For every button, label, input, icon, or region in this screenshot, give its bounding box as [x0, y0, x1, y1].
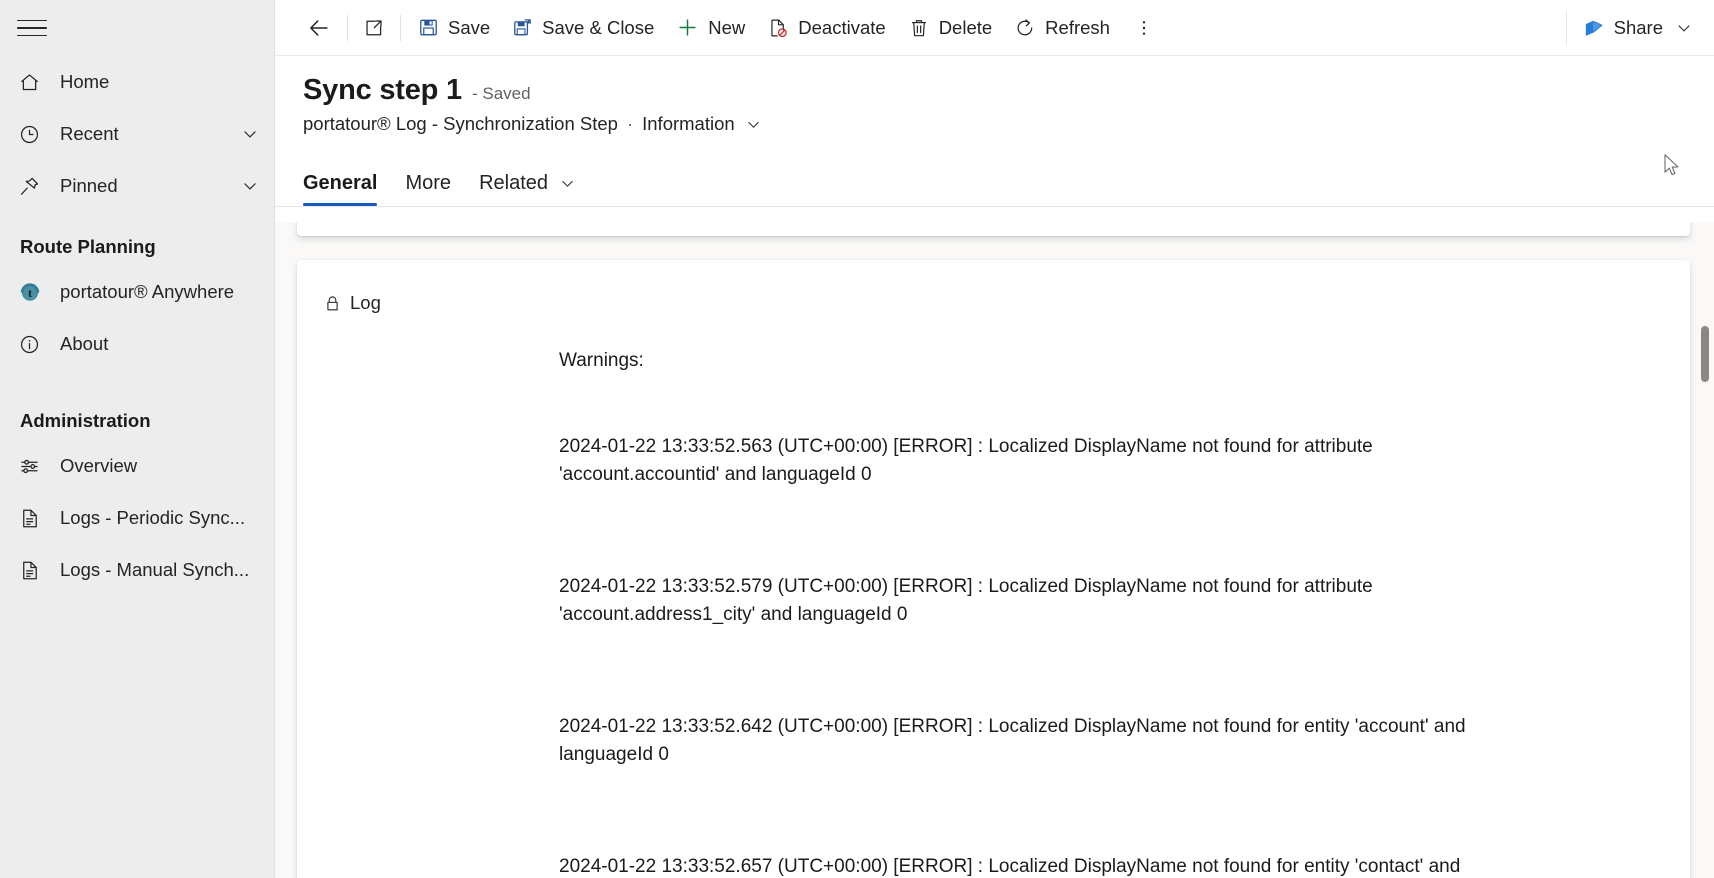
refresh-button-label: Refresh	[1045, 16, 1110, 38]
sidebar-group-title-route-planning: Route Planning	[20, 236, 156, 257]
share-button-label: Share	[1613, 17, 1663, 38]
sidebar-item-label: Recent	[60, 123, 119, 144]
hamburger-menu-icon[interactable]	[8, 0, 56, 56]
form-canvas: Log Warnings: 2024-01-22 13:33:52.563 (U…	[275, 222, 1714, 878]
entity-name-label: portatour® Log - Synchronization Step	[303, 113, 618, 134]
command-bar: Save Save & Close New Deactivate Delete …	[275, 0, 1714, 56]
divider	[347, 14, 348, 41]
sidebar-item-portatour-anywhere[interactable]: t portatour® Anywhere	[0, 266, 274, 318]
refresh-button[interactable]: Refresh	[1003, 8, 1121, 48]
sidebar-item-logs-periodic-sync[interactable]: Logs - Periodic Sync...	[0, 492, 274, 544]
divider	[400, 14, 401, 41]
tab-label: General	[303, 172, 378, 194]
save-button-label: Save	[448, 16, 491, 38]
log-entry: 2024-01-22 13:33:52.563 (UTC+00:00) [ERR…	[559, 435, 1379, 486]
sidebar-item-home[interactable]: Home	[0, 56, 274, 108]
chevron-down-icon[interactable]	[240, 124, 260, 144]
share-button[interactable]: Share	[1573, 8, 1704, 48]
log-entry: 2024-01-22 13:33:52.579 (UTC+00:00) [ERR…	[559, 575, 1379, 626]
sidebar-item-pinned[interactable]: Pinned	[0, 160, 274, 212]
sliders-icon	[18, 455, 48, 478]
tab-related[interactable]: Related	[479, 172, 577, 206]
tab-general[interactable]: General	[303, 172, 378, 206]
plus-icon	[676, 16, 699, 39]
form-selector[interactable]: Information	[642, 113, 763, 135]
log-field-value-column[interactable]: Warnings: 2024-01-22 13:33:52.563 (UTC+0…	[559, 286, 1690, 878]
command-bar-right: Share	[1565, 0, 1714, 56]
log-entry: 2024-01-22 13:33:52.657 (UTC+00:00) [ERR…	[559, 855, 1461, 877]
field-label-column: Log	[297, 286, 559, 878]
deactivate-icon	[767, 17, 789, 39]
hamburger-bars	[17, 14, 47, 43]
chevron-down-icon[interactable]	[240, 176, 260, 196]
sidebar-item-about[interactable]: About	[0, 318, 274, 370]
log-warnings-heading: Warnings:	[559, 350, 644, 371]
sidebar-item-recent[interactable]: Recent	[0, 108, 274, 160]
deactivate-button[interactable]: Deactivate	[756, 8, 896, 48]
form-selector-label: Information	[642, 113, 735, 134]
tab-more[interactable]: More	[405, 172, 451, 206]
vertical-scrollbar[interactable]	[1699, 222, 1711, 878]
portatour-logo-icon: t	[18, 280, 48, 304]
pin-icon	[18, 175, 48, 198]
save-button[interactable]: Save	[407, 8, 501, 48]
subtitle-separator: ·	[626, 113, 634, 134]
info-circle-icon	[18, 333, 48, 356]
save-status-text: - Saved	[472, 84, 531, 103]
record-subtitle: portatour® Log - Synchronization Step · …	[303, 113, 1714, 135]
main-content: Save Save & Close New Deactivate Delete …	[275, 0, 1714, 878]
trash-icon	[908, 17, 930, 39]
more-commands-button[interactable]	[1127, 8, 1161, 48]
new-button[interactable]: New	[665, 8, 756, 48]
popout-button[interactable]	[354, 8, 394, 48]
tab-label: Related	[479, 172, 548, 194]
refresh-icon	[1014, 17, 1036, 39]
open-in-new-window-icon	[363, 17, 385, 39]
home-icon	[18, 71, 48, 94]
sidebar-item-label: Home	[60, 71, 110, 92]
sidebar-item-label: Pinned	[60, 175, 118, 196]
log-entry: 2024-01-22 13:33:52.642 (UTC+00:00) [ERR…	[559, 715, 1471, 766]
svg-text:t: t	[28, 286, 32, 300]
sidebar-item-label: portatour® Anywhere	[60, 281, 235, 302]
form-section-card-partial	[297, 222, 1690, 236]
sidebar-item-overview[interactable]: Overview	[0, 440, 274, 492]
deactivate-button-label: Deactivate	[798, 16, 886, 38]
save-and-close-icon	[512, 17, 533, 38]
page-title: Sync step 1	[303, 74, 462, 106]
document-icon	[18, 559, 48, 582]
divider	[1565, 11, 1567, 45]
tab-label: More	[405, 172, 452, 194]
chevron-down-icon[interactable]	[558, 174, 577, 193]
sidebar-item-label: Logs - Manual Synch...	[60, 559, 250, 580]
navigation-sidebar: Home Recent Pinned Route Planning t port…	[0, 0, 275, 878]
field-label-text: Log	[350, 292, 381, 313]
clock-icon	[18, 123, 48, 146]
chevron-down-icon[interactable]	[1674, 18, 1694, 38]
form-section-card-log: Log Warnings: 2024-01-22 13:33:52.563 (U…	[297, 260, 1690, 878]
sidebar-item-label: Overview	[60, 455, 138, 476]
save-and-close-button-label: Save & Close	[542, 16, 655, 38]
record-title-row: Sync step 1 - Saved	[303, 74, 1714, 107]
sidebar-group-title-administration: Administration	[20, 410, 151, 431]
form-tabs: General More Related	[275, 151, 1714, 207]
save-and-close-button[interactable]: Save & Close	[501, 8, 665, 48]
delete-button-label: Delete	[938, 16, 993, 38]
document-icon	[18, 507, 48, 530]
new-button-label: New	[708, 16, 746, 38]
sidebar-item-logs-manual-synch[interactable]: Logs - Manual Synch...	[0, 544, 274, 596]
log-text-content: Warnings: 2024-01-22 13:33:52.563 (UTC+0…	[559, 290, 1484, 878]
save-icon	[418, 17, 439, 38]
delete-button[interactable]: Delete	[897, 8, 1003, 48]
share-icon	[1583, 17, 1605, 39]
back-arrow-icon[interactable]	[297, 8, 341, 48]
log-field-label: Log	[323, 292, 559, 314]
app-root: Home Recent Pinned Route Planning t port…	[0, 0, 1714, 878]
scrollbar-thumb[interactable]	[1701, 326, 1709, 382]
sidebar-item-label: About	[60, 333, 109, 354]
record-header: Sync step 1 - Saved portatour® Log - Syn…	[275, 56, 1714, 135]
chevron-down-icon[interactable]	[744, 115, 763, 134]
lock-icon	[323, 294, 342, 313]
sidebar-item-label: Logs - Periodic Sync...	[60, 507, 246, 528]
